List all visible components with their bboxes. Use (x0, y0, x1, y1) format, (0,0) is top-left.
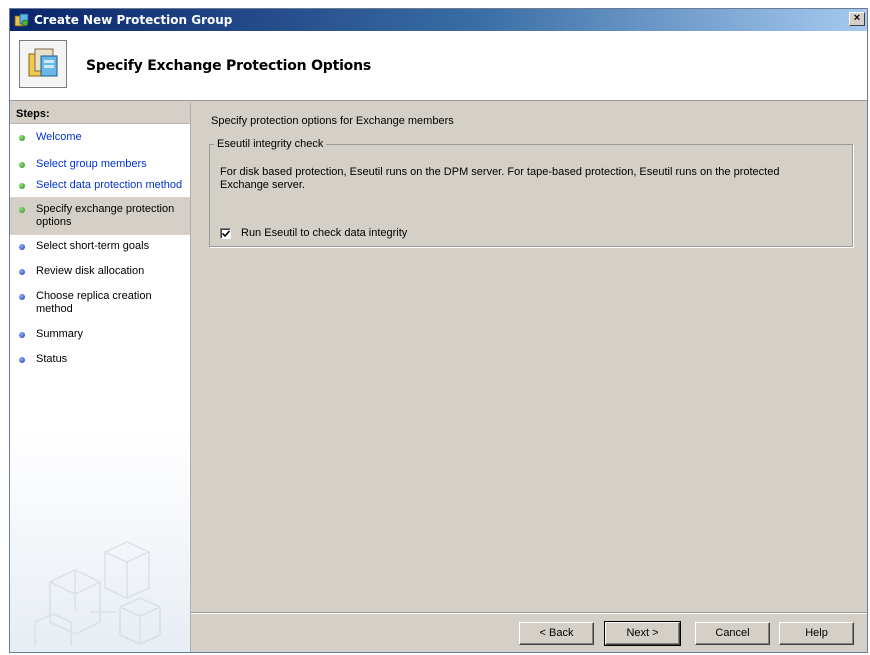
wizard-page-icon (19, 40, 67, 88)
checkmark-icon (222, 229, 230, 237)
cancel-button[interactable]: Cancel (695, 622, 770, 645)
step-pending-icon (19, 294, 25, 300)
step-pending-icon (19, 332, 25, 338)
step-label: Specify exchange protection options (36, 203, 175, 228)
step-welcome[interactable]: Welcome (10, 128, 190, 147)
run-eseutil-label: Run Eseutil to check data integrity (241, 227, 408, 239)
run-eseutil-checkbox-row[interactable]: Run Eseutil to check data integrity (220, 227, 407, 239)
step-label: Choose replica creation method (36, 290, 152, 315)
step-label: Welcome (36, 131, 82, 143)
step-pending-icon (19, 244, 25, 250)
page-title: Specify Exchange Protection Options (86, 58, 372, 74)
step-summary: Summary (10, 325, 190, 344)
step-label: Select data protection method (36, 179, 183, 191)
steps-pane: Steps: Welcome Select group members Sele… (10, 102, 191, 652)
close-button[interactable]: × (849, 12, 865, 26)
window-title: Create New Protection Group (34, 13, 233, 27)
step-pending-icon (19, 269, 25, 275)
step-review-disk-allocation: Review disk allocation (10, 262, 190, 281)
step-complete-icon (19, 162, 25, 168)
step-select-data-protection-method[interactable]: Select data protection method (10, 176, 190, 195)
group-description: For disk based protection, Eseutil runs … (220, 166, 780, 191)
title-bar[interactable]: Create New Protection Group × (10, 9, 867, 31)
step-current-icon (19, 207, 25, 213)
eseutil-group: Eseutil integrity check For disk based p… (209, 138, 853, 247)
wizard-window: Create New Protection Group × Specify Ex… (9, 8, 868, 653)
run-eseutil-checkbox[interactable] (220, 227, 231, 239)
step-label: Review disk allocation (36, 265, 145, 277)
steps-heading: Steps: (10, 102, 190, 124)
help-button[interactable]: Help (779, 622, 854, 645)
step-complete-icon (19, 135, 25, 141)
step-label: Status (36, 353, 68, 365)
step-label: Select group members (36, 158, 147, 170)
intro-text: Specify protection options for Exchange … (211, 115, 454, 127)
back-button[interactable]: < Back (519, 622, 594, 645)
page-header: Specify Exchange Protection Options (10, 31, 867, 101)
step-pending-icon (19, 357, 25, 363)
step-select-group-members[interactable]: Select group members (10, 155, 190, 174)
step-choose-replica-creation-method: Choose replica creation method (10, 287, 190, 319)
next-button[interactable]: Next > (604, 621, 681, 646)
footer-divider (191, 612, 867, 614)
group-legend: Eseutil integrity check (217, 138, 324, 150)
step-label: Select short-term goals (36, 240, 150, 252)
step-select-short-term-goals: Select short-term goals (10, 237, 190, 256)
step-specify-exchange-protection-options: Specify exchange protection options (10, 197, 190, 235)
content-pane: Specify protection options for Exchange … (191, 102, 867, 652)
servers-watermark-icon (34, 541, 161, 646)
protection-group-icon (14, 13, 29, 27)
step-status: Status (10, 350, 190, 369)
step-complete-icon (19, 183, 25, 189)
step-label: Summary (36, 328, 84, 340)
